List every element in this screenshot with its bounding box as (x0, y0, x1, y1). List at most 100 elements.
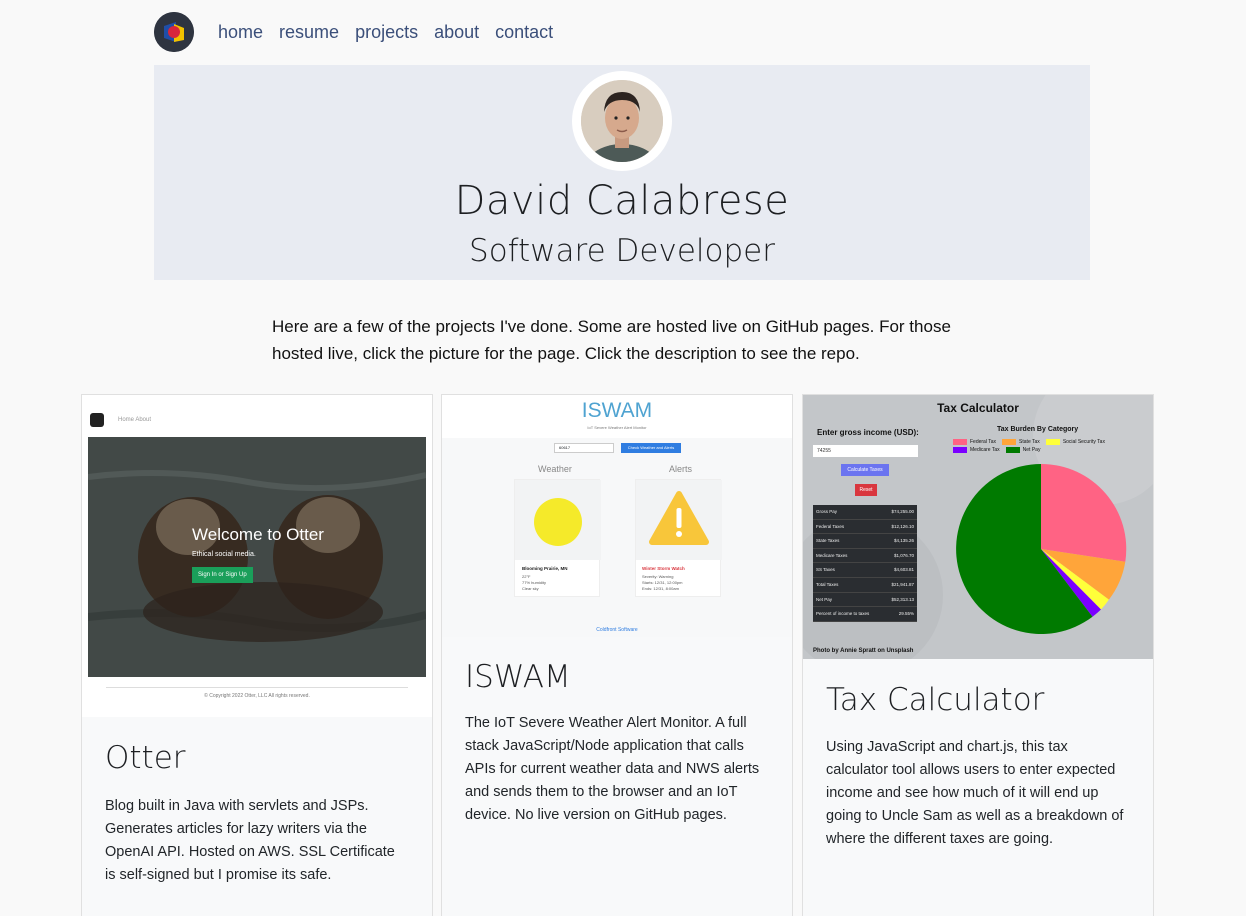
avatar-frame (572, 71, 672, 171)
legend-label: Social Security Tax (1062, 439, 1105, 445)
tax-results-table: Gross Pay $74,255.00 Federal Taxes $12,126.… (813, 505, 917, 622)
iswam-weather-card: Blooming Prairie, MN 22°F 77% humidity C… (514, 479, 601, 597)
warning-icon (636, 480, 722, 560)
legend-swatch (1002, 439, 1017, 445)
tax-row-value: $52,313.13 (891, 596, 914, 602)
tax-chart-legend: Federal Tax State Tax Social Security Tax M… (953, 439, 1143, 455)
otter-footer-divider (106, 687, 408, 688)
otter-logo-icon (90, 413, 104, 427)
project-card-otter: Home About Welcome to Otter Ethical soci… (81, 394, 433, 916)
iswam-alert-starts: Starts: 12/31, 12:00pm (642, 580, 683, 585)
legend-item: Net Pay (1005, 447, 1041, 453)
project-title: Otter (105, 740, 186, 776)
pie-slice-federal (1041, 463, 1127, 562)
iswam-check-button: Check Weather and Alerts (621, 443, 681, 453)
tax-row-label: Percent of income to taxes (816, 611, 870, 617)
nav-projects[interactable]: projects (355, 22, 418, 43)
tax-chart-title: Tax Burden By Category (997, 426, 1079, 433)
legend-item: Social Security Tax (1045, 439, 1105, 445)
hero-name: David Calabrese (454, 178, 790, 224)
nav-contact[interactable]: contact (495, 22, 553, 43)
otter-tagline: Ethical social media. (192, 551, 256, 558)
navbar: home resume projects about contact (154, 12, 569, 52)
tax-table-row: Total Taxes $21,941.87 (813, 578, 917, 593)
iswam-weather-label: Weather (538, 464, 572, 474)
project-description[interactable]: The IoT Severe Weather Alert Monitor. A … (442, 712, 792, 827)
tax-table-row: Medicare Taxes $1,076.70 (813, 549, 917, 564)
tax-row-value: $1,076.70 (893, 552, 914, 558)
iswam-temp: 22°F (522, 574, 531, 579)
tax-row-value: $4,603.81 (893, 567, 914, 573)
hero-banner: David Calabrese Software Developer (154, 65, 1090, 280)
tax-row-value: $74,255.00 (891, 509, 914, 514)
iswam-alert-severity: Severity: Warning (642, 574, 674, 579)
tax-row-value: $12,126.10 (891, 523, 914, 529)
sun-icon (515, 480, 601, 560)
iswam-alert-title: Winter Storm Watch (642, 566, 685, 571)
iswam-humidity: 77% humidity (522, 580, 547, 585)
tax-row-label: Federal Taxes (816, 523, 845, 529)
tax-row-value: 29.55% (898, 611, 914, 617)
legend-label: State Tax (1019, 439, 1040, 445)
tax-photo-credit: Photo by Annie Spratt on Unsplash (813, 648, 914, 654)
tax-calculate-button: Calculate Taxes (841, 464, 889, 476)
otter-footer: © Copyright 2022 Otter, LLC All rights r… (204, 693, 310, 699)
legend-swatch (953, 447, 967, 453)
tax-heading: Tax Calculator (937, 401, 1019, 415)
nav-resume[interactable]: resume (279, 22, 339, 43)
project-title: ISWAM (465, 659, 571, 695)
tax-table-row: Federal Taxes $12,126.10 (813, 520, 917, 535)
tax-row-label: Medicare Taxes (816, 552, 848, 558)
otter-photo: Welcome to Otter Ethical social media. S… (88, 437, 426, 677)
hero-subtitle: Software Developer (469, 233, 775, 269)
iswam-zip-input: 60617 (554, 443, 614, 453)
iswam-footer-link: Coldfront Software (596, 627, 638, 633)
iswam-location: Blooming Prairie, MN (522, 566, 568, 571)
otter-preview-nav: Home About (90, 405, 151, 435)
iswam-alert-card: Winter Storm Watch Severity: Warning Sta… (635, 479, 722, 597)
tax-table-row: Net Pay $52,313.13 (813, 593, 917, 608)
iswam-condition: Clear sky (522, 586, 539, 591)
iswam-alerts-label: Alerts (669, 464, 693, 474)
tax-table-row: Gross Pay $74,255.00 (813, 505, 917, 520)
project-title: Tax Calculator (826, 682, 1045, 718)
iswam-alert-ends: Ends: 12/31, 8:00am (642, 586, 679, 591)
project-card-iswam: ISWAM IoT Severe Weather Alert Monitor 6… (441, 394, 793, 916)
legend-label: Federal Tax (970, 439, 997, 445)
otter-screenshot[interactable]: Home About Welcome to Otter Ethical soci… (82, 395, 432, 717)
legend-item: Federal Tax (953, 439, 996, 445)
tax-table-row: SS Taxes $4,603.81 (813, 563, 917, 578)
legend-label: Net Pay (1022, 447, 1041, 453)
tax-row-label: Total Taxes (816, 581, 839, 587)
tax-row-label: Net Pay (816, 596, 833, 602)
tax-row-value: $21,941.87 (891, 581, 914, 587)
tax-row-label: Gross Pay (816, 509, 838, 514)
otter-preview-nav-text: Home About (118, 417, 152, 423)
iswam-heading: ISWAM (581, 399, 653, 422)
tax-row-label: State Taxes (816, 538, 840, 544)
site-logo[interactable] (154, 12, 194, 52)
project-description[interactable]: Using JavaScript and chart.js, this tax … (803, 736, 1153, 851)
tax-table-row: State Taxes $4,135.26 (813, 534, 917, 549)
nav-home[interactable]: home (218, 22, 263, 43)
tax-calculator-screenshot[interactable]: Tax Calculator Enter gross income (USD):… (803, 395, 1153, 659)
tax-row-value: $4,135.26 (893, 538, 914, 544)
avatar (581, 80, 663, 162)
project-description[interactable]: Blog built in Java with servlets and JSP… (82, 795, 432, 887)
tax-reset-button: Reset (855, 484, 877, 496)
otter-signin-button: Sign In or Sign Up (192, 567, 253, 583)
nav-about[interactable]: about (434, 22, 479, 43)
iswam-subheading: IoT Severe Weather Alert Monitor (587, 425, 647, 430)
tax-income-label: Enter gross income (USD): (817, 428, 919, 437)
project-card-tax-calculator: Tax Calculator Enter gross income (USD):… (802, 394, 1154, 916)
tax-income-input: 74255 (813, 445, 918, 457)
iswam-screenshot[interactable]: ISWAM IoT Severe Weather Alert Monitor 6… (442, 395, 792, 637)
legend-item: State Tax (1002, 439, 1040, 445)
tax-row-label: SS Taxes (816, 567, 835, 573)
legend-swatch (1005, 447, 1020, 453)
legend-label: Medicare Tax (970, 447, 1000, 453)
legend-item: Medicare Tax (953, 447, 1000, 453)
tax-table-row: Percent of income to taxes 29.55% (813, 607, 917, 622)
legend-swatch (953, 439, 967, 445)
legend-swatch (1045, 439, 1060, 445)
